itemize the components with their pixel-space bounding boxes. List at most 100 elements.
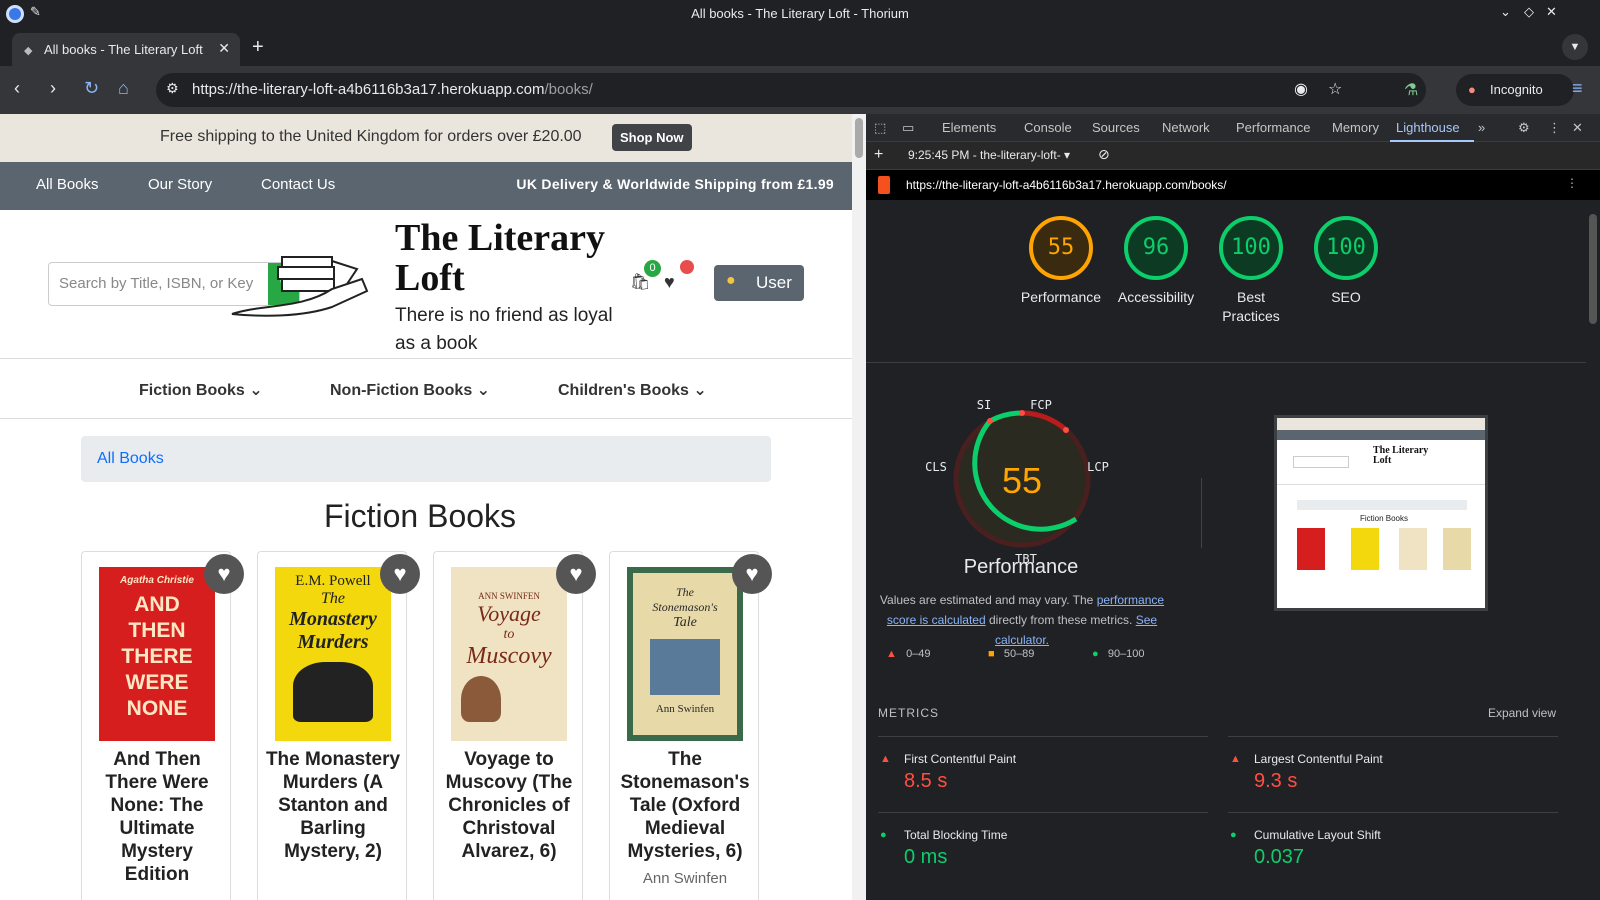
expand-view-button[interactable]: Expand view	[1488, 706, 1556, 720]
labs-icon[interactable]: ⚗	[1404, 80, 1418, 100]
book-title[interactable]: The Monastery Murders (A Stanton and Bar…	[258, 748, 408, 863]
book-card[interactable]: ANN SWINFEN Voyage to Muscovy ♥ Voyage t…	[433, 551, 596, 900]
devtools-tabs: ⬚ ▭ Elements Console Sources Network Per…	[866, 114, 1600, 142]
book-author: Ann Swinfen	[642, 870, 728, 887]
settings-gear-icon[interactable]: ⚙	[1518, 120, 1530, 136]
tab-console[interactable]: Console	[1024, 120, 1072, 135]
wishlist-heart-icon[interactable]: ♥	[732, 554, 772, 594]
scrollbar-thumb[interactable]	[1589, 214, 1597, 324]
book-title[interactable]: And Then There Were None: The Ultimate M…	[82, 748, 232, 886]
book-cover-3[interactable]: ANN SWINFEN Voyage to Muscovy	[451, 567, 567, 741]
device-toggle-icon[interactable]: ▭	[902, 120, 914, 136]
gauge-best-practices[interactable]: 100 Best Practices	[1206, 216, 1296, 326]
performance-note: Values are estimated and may vary. The p…	[879, 593, 1165, 647]
shop-now-button[interactable]: Shop Now	[612, 124, 692, 151]
forward-icon[interactable]: ›	[50, 78, 56, 99]
kebab-menu-icon[interactable]: ⋮	[1548, 120, 1561, 136]
tab-memory[interactable]: Memory	[1332, 120, 1379, 135]
lighthouse-icon	[878, 176, 890, 194]
book-card[interactable]: E.M. Powell The Monastery Murders ♥ The …	[257, 551, 420, 900]
user-button[interactable]: ● User	[714, 265, 804, 301]
category-childrens[interactable]: Children's Books ⌄	[558, 380, 707, 400]
wishlist-heart-icon[interactable]: ♥	[204, 554, 244, 594]
chevron-down-icon: ⌄	[249, 382, 263, 399]
breadcrumb-all-books[interactable]: All Books	[97, 450, 164, 468]
tab-network[interactable]: Network	[1162, 120, 1210, 135]
category-non-fiction[interactable]: Non-Fiction Books ⌄	[330, 380, 490, 400]
home-icon[interactable]: ⌂	[118, 78, 129, 99]
back-icon[interactable]: ‹	[14, 78, 20, 99]
reload-icon[interactable]: ↻	[84, 78, 99, 99]
browser-tab[interactable]: ◆ All books - The Literary Loft ✕	[12, 33, 240, 66]
tab-performance[interactable]: Performance	[1236, 120, 1310, 135]
nav-all-books[interactable]: All Books	[36, 176, 99, 193]
wishlist-heart-icon[interactable]: ♥	[556, 554, 596, 594]
perf-big-score: 55	[1002, 460, 1042, 501]
new-tab-icon[interactable]: +	[252, 36, 264, 59]
eye-off-icon[interactable]: ◉	[1294, 79, 1308, 99]
tab-sources[interactable]: Sources	[1092, 120, 1140, 135]
report-menu-icon[interactable]: ⋮	[1566, 176, 1578, 190]
promo-text: Free shipping to the United Kingdom for …	[160, 128, 582, 145]
book-cover-4[interactable]: The Stonemason's Tale Ann Swinfen	[627, 567, 743, 741]
inspect-icon[interactable]: ⬚	[874, 120, 886, 136]
pass-circle-icon: ●	[1230, 829, 1237, 841]
page-scrollbar[interactable]	[852, 114, 866, 900]
wishlist-dot	[680, 260, 694, 274]
address-bar[interactable]: ⚙ https://the-literary-loft-a4b6116b3a17…	[156, 73, 1426, 107]
book-title[interactable]: The Stonemason's Tale (Oxford Medieval M…	[610, 748, 760, 863]
report-url[interactable]: https://the-literary-loft-a4b6116b3a17.h…	[906, 178, 1227, 192]
gauge-seo[interactable]: 100 SEO	[1301, 216, 1391, 307]
site-info-icon[interactable]: ⚙	[166, 80, 179, 97]
favicon-icon: ◆	[24, 45, 33, 57]
window-titlebar: ✎ All books - The Literary Loft - Thoriu…	[0, 0, 1600, 28]
logo-books-illustration	[231, 256, 369, 317]
window-title: All books - The Literary Loft - Thorium	[691, 6, 909, 21]
gauge-performance[interactable]: 55 Performance	[1016, 216, 1106, 307]
tab-lighthouse[interactable]: Lighthouse	[1396, 120, 1460, 135]
book-cover-2[interactable]: E.M. Powell The Monastery Murders	[275, 567, 391, 741]
clear-icon[interactable]: ⊘	[1098, 146, 1110, 163]
category-fiction[interactable]: Fiction Books ⌄	[139, 380, 263, 400]
book-card[interactable]: Agatha Christie AND THEN THERE WERE NONE…	[81, 551, 244, 900]
fail-triangle-icon: ▲	[1230, 753, 1241, 765]
scrollbar-thumb[interactable]	[855, 118, 863, 158]
site-title[interactable]: The Literary Loft	[395, 218, 635, 298]
book-card[interactable]: The Stonemason's Tale Ann Swinfen ♥ The …	[609, 551, 772, 900]
chevron-down-icon: ⌄	[476, 382, 491, 399]
close-tab-icon[interactable]: ✕	[218, 40, 230, 57]
url-text[interactable]: https://the-literary-loft-a4b6116b3a17.h…	[192, 81, 593, 98]
report-scrollbar[interactable]	[1586, 200, 1600, 900]
book-cover-1[interactable]: Agatha Christie AND THEN THERE WERE NONE	[99, 567, 215, 741]
nav-our-story[interactable]: Our Story	[148, 176, 212, 193]
maximize-icon[interactable]: ◇	[1524, 4, 1534, 20]
minimize-icon[interactable]: ⌄	[1500, 4, 1511, 20]
site-tagline: There is no friend as loyal as a book	[395, 305, 613, 354]
divider	[0, 358, 852, 359]
wishlist-heart-icon[interactable]: ♥	[380, 554, 420, 594]
bookmark-icon[interactable]: ☆	[1328, 79, 1342, 99]
new-report-icon[interactable]: +	[874, 146, 883, 164]
user-icon: ●	[726, 272, 736, 289]
more-tabs-icon[interactable]: »	[1478, 120, 1485, 135]
incognito-indicator[interactable]: ● Incognito	[1456, 74, 1574, 106]
book-title[interactable]: Voyage to Muscovy (The Chronicles of Chr…	[434, 748, 584, 863]
tab-label: All books - The Literary Loft	[44, 42, 203, 57]
report-select[interactable]: 9:25:45 PM - the-literary-loft- ▾	[908, 148, 1070, 162]
fail-triangle-icon: ▲	[880, 753, 891, 765]
menu-icon[interactable]: ≡	[1572, 78, 1583, 99]
final-screenshot-thumbnail[interactable]: The Literary Loft Fiction Books	[1274, 415, 1488, 611]
close-window-icon[interactable]: ✕	[1546, 4, 1557, 20]
lighthouse-report: 55 Performance 96 Accessibility 100 Best…	[866, 200, 1586, 900]
browser-toolbar: ‹ › ↻ ⌂ ⚙ https://the-literary-loft-a4b6…	[0, 66, 1600, 114]
wishlist-icon[interactable]: ♥	[664, 272, 675, 293]
nav-contact-us[interactable]: Contact Us	[261, 176, 335, 193]
tab-search-icon[interactable]: ▼	[1562, 34, 1588, 60]
report-url-bar: https://the-literary-loft-a4b6116b3a17.h…	[866, 170, 1600, 200]
lighthouse-toolbar: + 9:25:45 PM - the-literary-loft- ▾ ⊘	[866, 142, 1600, 170]
chevron-down-icon: ⌄	[693, 382, 707, 399]
promo-banner: Free shipping to the United Kingdom for …	[0, 114, 852, 162]
close-devtools-icon[interactable]: ✕	[1572, 120, 1583, 136]
gauge-accessibility[interactable]: 96 Accessibility	[1111, 216, 1201, 307]
tab-elements[interactable]: Elements	[942, 120, 996, 135]
